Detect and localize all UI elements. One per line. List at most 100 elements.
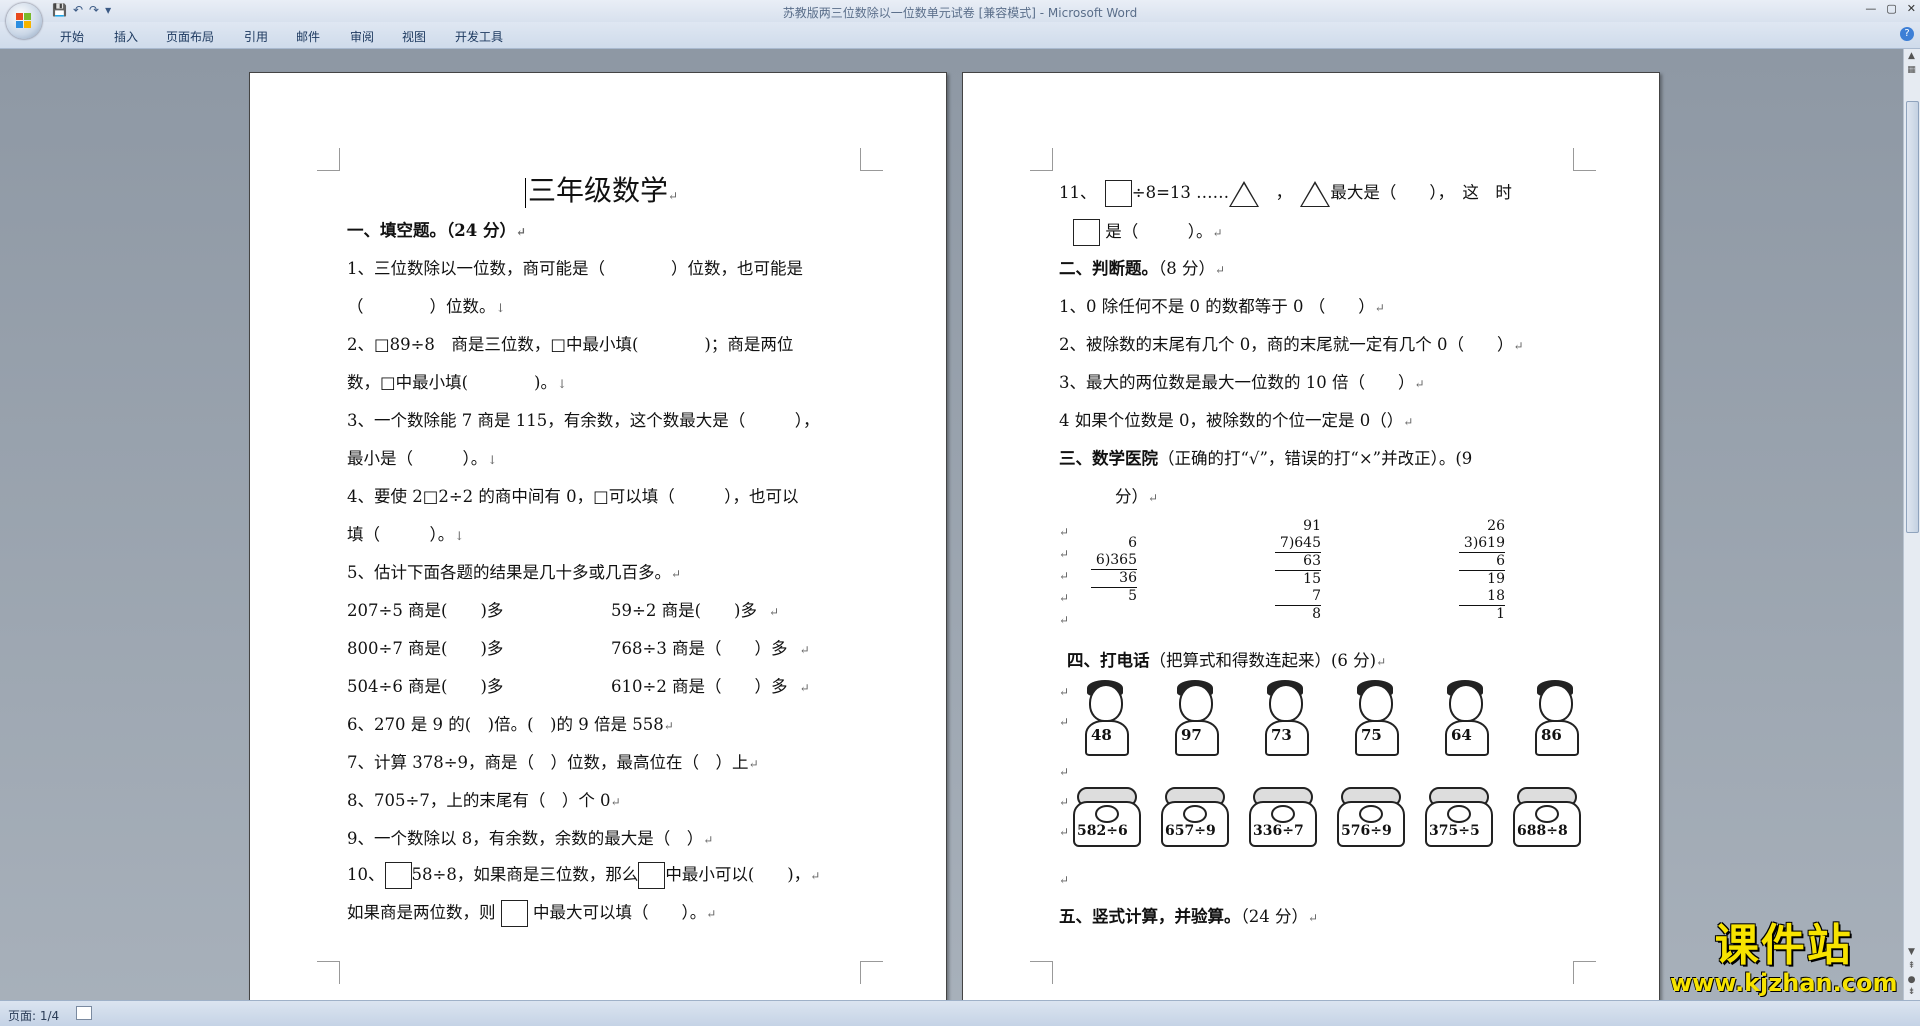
proofing-status-icon[interactable] bbox=[76, 1006, 92, 1020]
child-figure: 64 bbox=[1431, 678, 1495, 756]
phone-expression: 688÷8 bbox=[1517, 823, 1568, 839]
customize-toolbar-icon[interactable]: ▾ bbox=[105, 3, 111, 17]
office-button[interactable] bbox=[6, 3, 42, 39]
question-line[interactable]: 8、705÷7，上的末尾有（ ）个 0↵ bbox=[347, 787, 621, 811]
estimate-b[interactable]: 768÷3 商是（ ）多 ↵ bbox=[611, 635, 810, 659]
triangle-icon bbox=[1229, 180, 1260, 207]
section-judge[interactable]: 二、判断题。（8 分）↵ bbox=[1059, 255, 1225, 279]
next-page-icon[interactable]: ⇟ bbox=[1906, 987, 1917, 999]
tab-mailings[interactable]: 邮件 bbox=[296, 28, 320, 45]
maximize-button[interactable]: ▢ bbox=[1886, 2, 1896, 15]
section-math-hospital[interactable]: 三、数学医院（正确的打“√”，错误的打“×”并改正）。(9 bbox=[1059, 445, 1472, 469]
phone-expression: 582÷6 bbox=[1077, 823, 1128, 839]
phone-expression: 375÷5 bbox=[1429, 823, 1480, 839]
scroll-up-icon[interactable]: ▲ bbox=[1906, 51, 1917, 63]
paragraph-mark: ↵ bbox=[1059, 685, 1070, 699]
estimate-b[interactable]: 610÷2 商是（ ）多 ↵ bbox=[611, 673, 810, 697]
telephone-figure: 582÷6 bbox=[1073, 785, 1141, 847]
margin-mark bbox=[1030, 148, 1053, 171]
question-line[interactable]: 7、计算 378÷9，商是（ ）位数，最高位在（ ）上↵ bbox=[347, 749, 759, 773]
question-line[interactable]: （ ）位数。↓ bbox=[347, 293, 506, 317]
estimate-a[interactable]: 207÷5 商是( )多 bbox=[347, 597, 503, 621]
tab-page-layout[interactable]: 页面布局 bbox=[166, 28, 214, 45]
phone-expression: 657÷9 bbox=[1165, 823, 1216, 839]
phones-row: 582÷6 657÷9 336÷7 576÷9 375÷5 688÷8 bbox=[1073, 785, 1581, 847]
judge-item[interactable]: 1、0 除任何不是 0 的数都等于 0 （ ）↵ bbox=[1059, 293, 1385, 317]
estimate-a[interactable]: 504÷6 商是( )多 bbox=[347, 673, 503, 697]
scrollbar-thumb[interactable] bbox=[1906, 101, 1919, 533]
long-division-1: 6 6)365 36 5 bbox=[1091, 535, 1137, 605]
paragraph-mark: ↵ bbox=[1059, 525, 1070, 539]
tab-home[interactable]: 开始 bbox=[60, 28, 84, 45]
save-icon[interactable]: 💾 bbox=[52, 3, 67, 17]
tab-insert[interactable]: 插入 bbox=[114, 28, 138, 45]
document-page-2: 11、 ÷8=13 …… ， 最大是（ ）， 这 时 是（ ）。↵ 二、判断题。… bbox=[962, 72, 1660, 1000]
question-line[interactable]: 最小是（ ）。↓ bbox=[347, 445, 497, 469]
answer-number: 64 bbox=[1451, 726, 1472, 744]
redo-icon[interactable]: ↷ bbox=[89, 3, 99, 17]
answer-number: 48 bbox=[1091, 726, 1112, 744]
question-line[interactable]: 3、一个数除能 7 商是 115，有余数，这个数最大是（ ）， bbox=[347, 407, 819, 431]
question-line[interactable]: 填（ ）。↓ bbox=[347, 521, 464, 545]
document-title[interactable]: 三年级数学↵ bbox=[525, 169, 678, 209]
telephone-figure: 576÷9 bbox=[1337, 785, 1405, 847]
triangle-icon bbox=[1300, 180, 1331, 207]
long-division-2: 91 7)645 63 15 7 8 bbox=[1275, 518, 1321, 623]
help-icon[interactable]: ? bbox=[1900, 27, 1914, 41]
paragraph-mark: ↵ bbox=[1059, 613, 1070, 627]
judge-item[interactable]: 2、被除数的末尾有几个 0，商的末尾就一定有几个 0（ ）↵ bbox=[1059, 331, 1524, 355]
margin-mark bbox=[860, 148, 883, 171]
blank-box bbox=[1104, 180, 1132, 207]
question-line[interactable]: 2、□89÷8 商是三位数，□中最小填( )；商是两位 bbox=[347, 331, 793, 355]
window-title: 苏教版两三位数除以一位数单元试卷 [兼容模式] - Microsoft Word bbox=[782, 6, 1138, 20]
ruler-toggle-icon[interactable]: ▦ bbox=[1906, 65, 1917, 77]
select-browse-object-icon[interactable]: ● bbox=[1906, 975, 1917, 987]
section-fill-in[interactable]: 一、填空题。（24 分）↵ bbox=[347, 217, 526, 241]
vertical-scrollbar[interactable]: ▲ ▦ ▼ ⇞ ● ⇟ bbox=[1903, 49, 1920, 1000]
question-11[interactable]: 11、 ÷8=13 …… ， 最大是（ ）， 这 时 bbox=[1059, 179, 1512, 207]
scroll-down-icon[interactable]: ▼ bbox=[1906, 947, 1917, 959]
question-line[interactable]: 5、估计下面各题的结果是几十多或几百多。↵ bbox=[347, 559, 681, 583]
question-line[interactable]: 9、一个数除以 8，有余数，余数的最大是（ ）↵ bbox=[347, 825, 713, 849]
question-11-cont[interactable]: 是（ ）。↵ bbox=[1073, 218, 1223, 246]
tab-view[interactable]: 视图 bbox=[402, 28, 426, 45]
question-line[interactable]: 6、270 是 9 的( )倍。( )的 9 倍是 558↵ bbox=[347, 711, 674, 735]
estimate-b[interactable]: 59÷2 商是( )多 ↵ bbox=[611, 597, 779, 621]
page-indicator[interactable]: 页面: 1/4 bbox=[8, 1007, 59, 1024]
margin-mark bbox=[317, 961, 340, 984]
question-line[interactable]: 数，□中最小填( )。↓ bbox=[347, 369, 567, 393]
tab-references[interactable]: 引用 bbox=[244, 28, 268, 45]
question-line[interactable]: 1、三位数除以一位数，商可能是（ ）位数，也可能是 bbox=[347, 255, 803, 279]
child-figure: 97 bbox=[1161, 678, 1225, 756]
blank-box bbox=[384, 862, 412, 889]
margin-mark bbox=[1573, 961, 1596, 984]
answer-number: 75 bbox=[1361, 726, 1382, 744]
margin-mark bbox=[1030, 961, 1053, 984]
tab-review[interactable]: 审阅 bbox=[350, 28, 374, 45]
child-figure: 73 bbox=[1251, 678, 1315, 756]
question-line[interactable]: 4、要使 2□2÷2 的商中间有 0，□可以填（ ），也可以 bbox=[347, 483, 798, 507]
telephone-figure: 688÷8 bbox=[1513, 785, 1581, 847]
telephone-figure: 336÷7 bbox=[1249, 785, 1317, 847]
undo-icon[interactable]: ↶ bbox=[73, 3, 83, 17]
section-phone[interactable]: 四、打电话（把算式和得数连起来）(6 分)↵ bbox=[1067, 647, 1386, 671]
status-bar: 页面: 1/4 bbox=[0, 1000, 1920, 1026]
question-10-cont[interactable]: 如果商是两位数，则 中最大可以填（ ）。↵ bbox=[347, 899, 716, 927]
section-vertical-calc[interactable]: 五、竖式计算，并验算。（24 分）↵ bbox=[1059, 903, 1318, 927]
document-page-1: 三年级数学↵ 一、填空题。（24 分）↵ 1、三位数除以一位数，商可能是（ ）位… bbox=[249, 72, 947, 1000]
question-10[interactable]: 10、 58÷8，如果商是三位数，那么 中最小可以( )，↵ bbox=[347, 861, 820, 889]
tab-developer[interactable]: 开发工具 bbox=[455, 28, 503, 45]
text-cursor bbox=[525, 177, 526, 208]
quick-access-toolbar: 💾 ↶ ↷ ▾ bbox=[52, 3, 111, 17]
section-math-hospital-cont[interactable]: 分）↵ bbox=[1115, 483, 1158, 507]
answer-number: 73 bbox=[1271, 726, 1292, 744]
judge-item[interactable]: 3、最大的两位数是最大一位数的 10 倍（ ）↵ bbox=[1059, 369, 1425, 393]
judge-item[interactable]: 4 如果个位数是 0，被除数的个位一定是 0（）↵ bbox=[1059, 407, 1413, 431]
minimize-button[interactable]: — bbox=[1865, 2, 1876, 15]
paragraph-mark: ↵ bbox=[1059, 715, 1070, 729]
paragraph-mark: ↵ bbox=[1059, 547, 1070, 561]
estimate-a[interactable]: 800÷7 商是( )多 bbox=[347, 635, 503, 659]
paragraph-mark: ↵ bbox=[1059, 569, 1070, 583]
close-button[interactable]: ✕ bbox=[1907, 2, 1916, 15]
previous-page-icon[interactable]: ⇞ bbox=[1906, 961, 1917, 973]
